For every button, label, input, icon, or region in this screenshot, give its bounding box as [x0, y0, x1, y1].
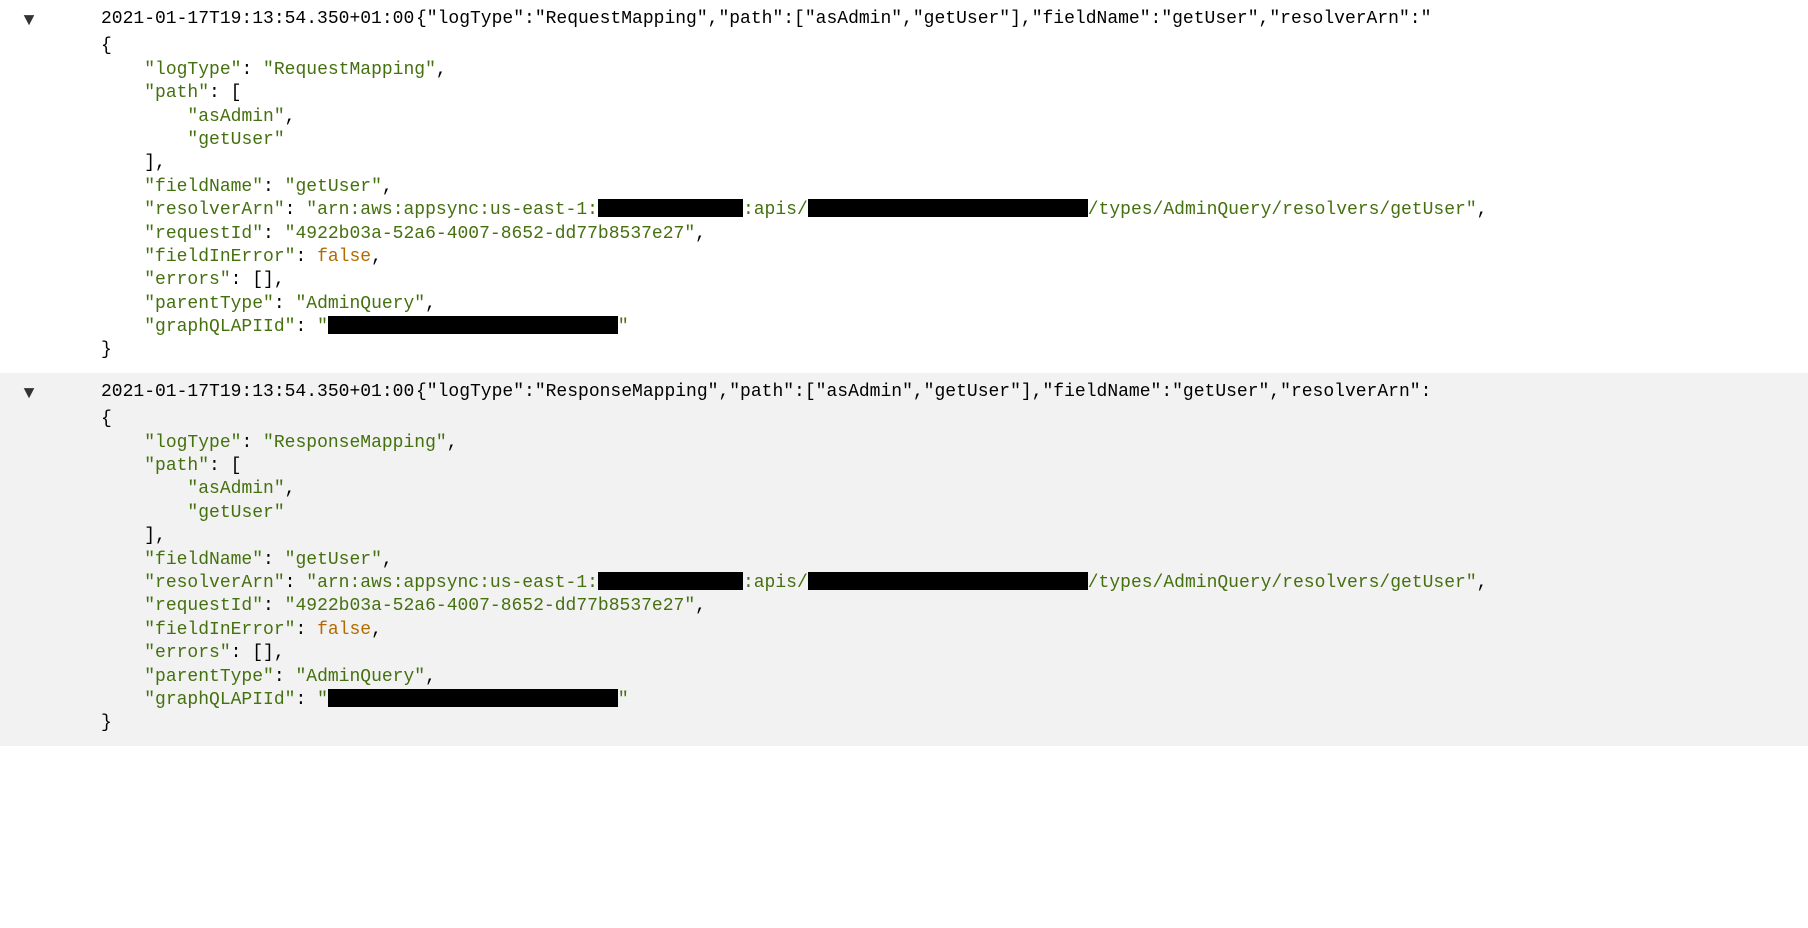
redacted-block	[328, 689, 618, 707]
log-timestamp: 2021-01-17T19:13:54.350+01:00	[36, 381, 416, 404]
log-header-row[interactable]: ▼ 2021-01-17T19:13:54.350+01:00 {"logTyp…	[0, 379, 1808, 408]
log-json-body: { "logType": "RequestMapping", "path": […	[0, 35, 1808, 362]
path-0: asAdmin	[198, 479, 274, 499]
redacted-block	[808, 572, 1088, 590]
errors-value: []	[252, 643, 274, 663]
requestId-value: 4922b03a-52a6-4007-8652-dd77b8537e27	[295, 596, 684, 616]
redacted-block	[328, 316, 618, 334]
requestId-value: 4922b03a-52a6-4007-8652-dd77b8537e27	[295, 224, 684, 244]
resolverArn-mid: :apis/	[743, 573, 808, 593]
fieldName-value: getUser	[295, 177, 371, 197]
parentType-value: AdminQuery	[306, 294, 414, 314]
resolverArn-suffix: /types/AdminQuery/resolvers/getUser	[1088, 573, 1466, 593]
resolverArn-prefix: arn:aws:appsync:us-east-1:	[317, 573, 598, 593]
resolverArn-suffix: /types/AdminQuery/resolvers/getUser	[1088, 200, 1466, 220]
log-entry: ▼ 2021-01-17T19:13:54.350+01:00 {"logTyp…	[0, 0, 1808, 373]
expand-arrow-icon[interactable]: ▼	[0, 381, 36, 406]
logType-value: RequestMapping	[274, 60, 425, 80]
fieldInError-value: false	[317, 620, 371, 640]
fieldName-value: getUser	[295, 550, 371, 570]
path-1: getUser	[198, 503, 274, 523]
path-0: asAdmin	[198, 107, 274, 127]
resolverArn-prefix: arn:aws:appsync:us-east-1:	[317, 200, 598, 220]
log-collapsed-preview: {"logType":"ResponseMapping","path":["as…	[416, 381, 1808, 404]
log-timestamp: 2021-01-17T19:13:54.350+01:00	[36, 8, 416, 31]
redacted-block	[598, 572, 743, 590]
redacted-block	[598, 199, 743, 217]
expand-arrow-icon[interactable]: ▼	[0, 8, 36, 33]
log-json-body: { "logType": "ResponseMapping", "path": …	[0, 408, 1808, 735]
log-header-row[interactable]: ▼ 2021-01-17T19:13:54.350+01:00 {"logTyp…	[0, 6, 1808, 35]
log-collapsed-preview: {"logType":"RequestMapping","path":["asA…	[416, 8, 1808, 31]
resolverArn-mid: :apis/	[743, 200, 808, 220]
log-entry: ▼ 2021-01-17T19:13:54.350+01:00 {"logTyp…	[0, 373, 1808, 746]
redacted-block	[808, 199, 1088, 217]
logType-value: ResponseMapping	[274, 433, 436, 453]
path-1: getUser	[198, 130, 274, 150]
parentType-value: AdminQuery	[306, 667, 414, 687]
fieldInError-value: false	[317, 247, 371, 267]
errors-value: []	[252, 270, 274, 290]
